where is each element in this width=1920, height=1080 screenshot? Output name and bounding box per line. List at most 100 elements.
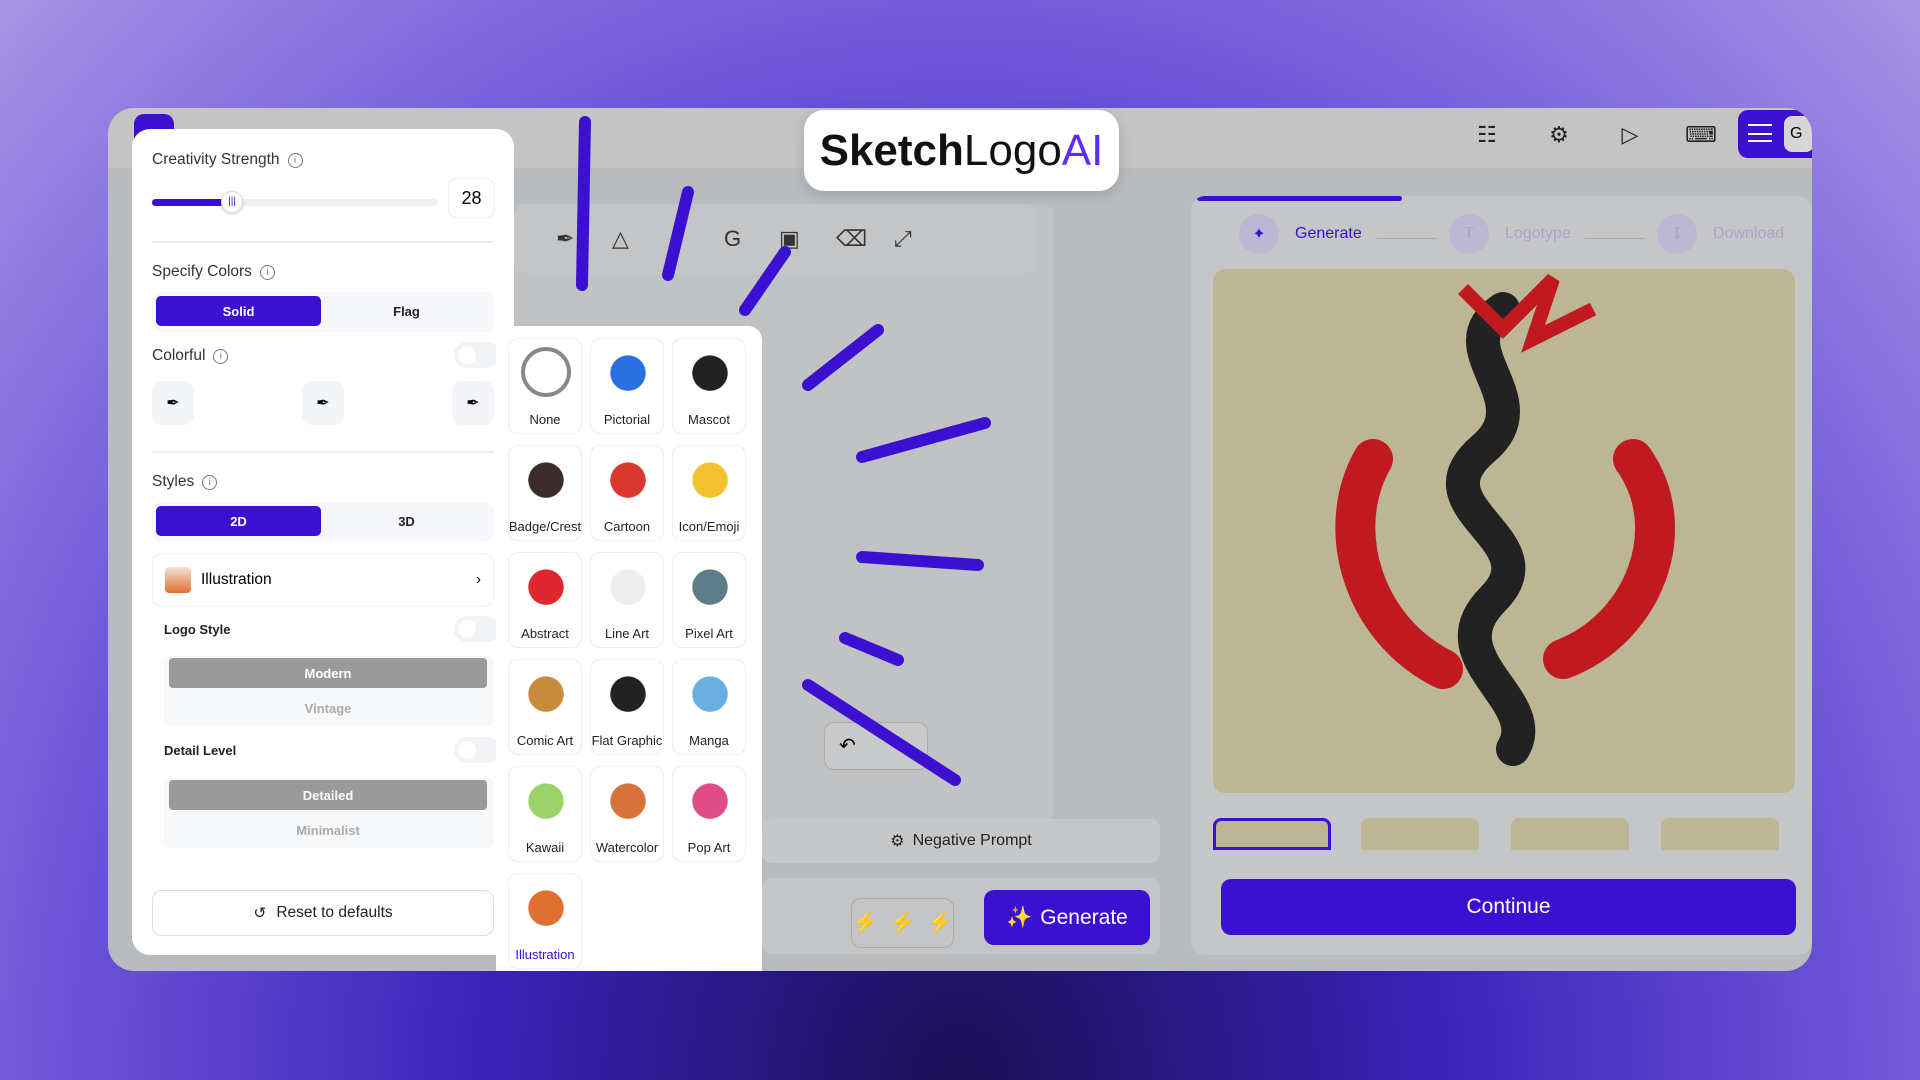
info-icon[interactable]: i <box>287 152 303 168</box>
step-logotype[interactable]: T Logotype <box>1449 214 1571 254</box>
step-divider <box>1585 238 1645 239</box>
avatar[interactable]: G <box>1784 116 1812 152</box>
style-option-icon-emoji[interactable]: Icon/Emoji <box>672 445 746 541</box>
style-option-cartoon[interactable]: Cartoon <box>590 445 664 541</box>
style-option-line-art[interactable]: Line Art <box>590 552 664 648</box>
shapes-icon[interactable]: △ <box>612 226 629 252</box>
video-icon[interactable]: ▷ <box>1615 120 1645 150</box>
style-option-label: Watercolor <box>595 840 659 855</box>
slider-handle[interactable]: ||| <box>221 191 244 213</box>
minimalist-option[interactable]: Minimalist <box>169 815 487 845</box>
brand-title: Sketch Logo AI <box>804 110 1119 191</box>
eraser-icon[interactable]: ⌫ <box>836 226 867 252</box>
style-option-pop-art[interactable]: Pop Art <box>672 766 746 862</box>
style-preview-image <box>517 668 575 726</box>
generated-logo-image[interactable] <box>1213 269 1795 793</box>
style-option-label: Badge/Crest <box>508 519 582 534</box>
stepper: ✦ Generate T Logotype ↧ Download <box>1191 214 1812 264</box>
color-mode-toggle: Solid Flag <box>152 292 494 332</box>
style-option-none[interactable]: None <box>508 338 582 434</box>
bug-icon[interactable]: ⚙ <box>1544 120 1574 150</box>
style-option-label: Illustration <box>515 947 575 962</box>
info-icon[interactable]: i <box>213 348 229 364</box>
step-download[interactable]: ↧ Download <box>1657 214 1784 254</box>
style-option-abstract[interactable]: Abstract <box>508 552 582 648</box>
pen-icon[interactable]: ✒ <box>556 226 574 252</box>
style-preview-image <box>681 454 739 512</box>
creativity-slider[interactable]: ||| <box>152 191 438 213</box>
creativity-label: Creativity Strength i <box>152 151 303 169</box>
text-icon: T <box>1449 214 1489 254</box>
style-option-label: Kawaii <box>525 840 565 855</box>
thumbnail-4[interactable] <box>1661 818 1779 850</box>
info-icon[interactable]: i <box>202 474 218 490</box>
menu-button[interactable]: G <box>1738 110 1812 158</box>
circle-icon[interactable]: ○ <box>669 226 682 252</box>
creativity-value[interactable]: 28 <box>448 178 495 218</box>
style-option-label: Comic Art <box>516 733 574 748</box>
style-option-badge-crest[interactable]: Badge/Crest <box>508 445 582 541</box>
vintage-option[interactable]: Vintage <box>169 693 487 723</box>
style-option-flat-graphic[interactable]: Flat Graphic <box>590 659 664 755</box>
image-icon[interactable]: ▣ <box>779 226 800 252</box>
eyedropper-icon[interactable]: ✒ <box>302 381 344 425</box>
style-preview-image <box>517 561 575 619</box>
style-option-label: Icon/Emoji <box>678 519 740 534</box>
generate-button[interactable]: ✨ Generate <box>984 890 1150 945</box>
reset-button[interactable]: ↺ Reset to defaults <box>152 890 494 936</box>
eyedropper-icon[interactable]: ✒ <box>452 381 494 425</box>
none-icon <box>521 347 571 397</box>
style-preview-image <box>599 561 657 619</box>
style-preview-image <box>681 561 739 619</box>
thumbnail-1[interactable] <box>1213 818 1331 850</box>
fullscreen-icon[interactable]: ⤢ <box>894 226 912 252</box>
style-preview-image <box>517 882 575 940</box>
style-selector[interactable]: Illustration › <box>152 553 494 607</box>
style-option-pixel-art[interactable]: Pixel Art <box>672 552 746 648</box>
negative-prompt-button[interactable]: ⚙ Negative Prompt <box>762 819 1160 863</box>
dragon-illustration <box>1335 274 1676 766</box>
colorful-label: Colorful i <box>152 347 229 365</box>
undo-icon[interactable]: ↶ <box>839 733 856 758</box>
style-option-watercolor[interactable]: Watercolor <box>590 766 664 862</box>
style-option-mascot[interactable]: Mascot <box>672 338 746 434</box>
style-option-pictorial[interactable]: Pictorial <box>590 338 664 434</box>
sparkle-icon: ✦ <box>1239 214 1279 254</box>
logo-style-label: Logo Style <box>164 622 231 637</box>
flag-option[interactable]: Flag <box>324 296 489 326</box>
style-option-label: Pop Art <box>687 840 731 855</box>
style-option-kawaii[interactable]: Kawaii <box>508 766 582 862</box>
undo-redo-group[interactable]: ↶ <box>824 722 928 770</box>
style-preview-image <box>517 454 575 512</box>
style-option-label: Flat Graphic <box>591 733 663 748</box>
thumbnail-3[interactable] <box>1511 818 1629 850</box>
colorful-toggle[interactable] <box>454 342 500 368</box>
style-preview-image <box>599 775 657 833</box>
step-generate[interactable]: ✦ Generate <box>1239 214 1362 254</box>
style-preview-image <box>681 347 739 405</box>
3d-option[interactable]: 3D <box>324 506 489 536</box>
solid-option[interactable]: Solid <box>156 296 321 326</box>
result-panel: ✦ Generate T Logotype ↧ Download <box>1191 196 1812 955</box>
continue-button[interactable]: Continue <box>1221 879 1796 935</box>
style-option-label: Mascot <box>688 412 730 427</box>
modern-option[interactable]: Modern <box>169 658 487 688</box>
step-divider <box>1377 238 1437 239</box>
logo-style-toggle[interactable] <box>454 616 500 642</box>
colors-label: Specify Colors i <box>152 263 275 281</box>
info-icon[interactable]: i <box>259 264 275 280</box>
style-option-comic-art[interactable]: Comic Art <box>508 659 582 755</box>
detailed-option[interactable]: Detailed <box>169 780 487 810</box>
g-icon[interactable]: G <box>724 226 741 252</box>
sparkle-icon: ✨ <box>1006 905 1033 929</box>
book-icon[interactable]: ☷ <box>1472 120 1502 150</box>
chevron-right-icon: › <box>475 571 481 588</box>
keyboard-icon[interactable]: ⌨ <box>1685 120 1717 150</box>
thumbnail-2[interactable] <box>1361 818 1479 850</box>
detail-level-toggle[interactable] <box>454 737 500 763</box>
style-option-manga[interactable]: Manga <box>672 659 746 755</box>
style-option-illustration[interactable]: Illustration <box>508 873 582 969</box>
eyedropper-icon[interactable]: ✒ <box>152 381 194 425</box>
2d-option[interactable]: 2D <box>156 506 321 536</box>
style-preview-image <box>517 775 575 833</box>
